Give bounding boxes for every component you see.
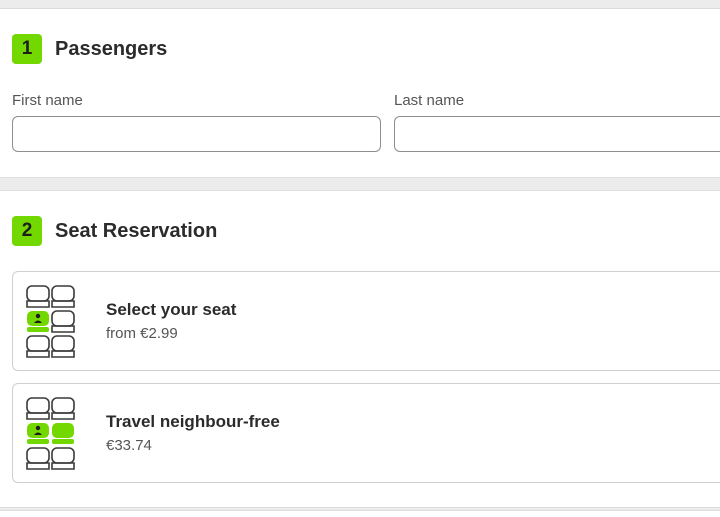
seat-reservation-section: 2 Seat Reservation Select your seat from… <box>0 190 720 508</box>
first-name-field[interactable] <box>12 116 381 152</box>
last-name-label: Last name <box>394 92 465 109</box>
option-title: Select your seat <box>106 300 237 319</box>
option-price: from €2.99 <box>106 325 178 342</box>
option-price: €33.74 <box>106 437 152 454</box>
step-number-badge: 1 <box>12 34 42 64</box>
option-title: Travel neighbour-free <box>106 412 280 431</box>
neighbour-free-seat-icon <box>26 397 75 470</box>
last-name-field[interactable] <box>394 116 720 152</box>
neighbour-free-option[interactable]: Travel neighbour-free €33.74 <box>12 383 720 483</box>
single-seat-icon <box>26 285 75 358</box>
passengers-header: 1 Passengers <box>12 34 167 64</box>
section-title: Passengers <box>55 37 168 60</box>
passengers-section: 1 Passengers First name Last name <box>0 8 720 178</box>
step-number-badge: 2 <box>12 216 42 246</box>
section-title: Seat Reservation <box>55 219 218 242</box>
select-seat-option[interactable]: Select your seat from €2.99 <box>12 271 720 371</box>
first-name-label: First name <box>12 92 83 109</box>
seat-reservation-header: 2 Seat Reservation <box>12 216 217 246</box>
